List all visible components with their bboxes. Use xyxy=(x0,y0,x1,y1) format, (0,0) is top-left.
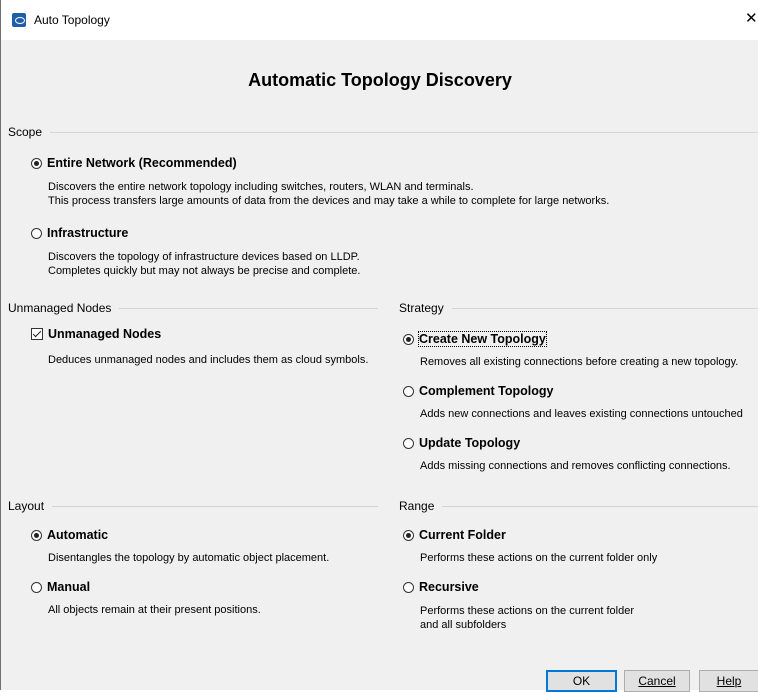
strategy-label: Strategy xyxy=(399,301,444,315)
layout-automatic-desc: Disentangles the topology by automatic o… xyxy=(48,552,330,564)
radio-unselected-icon xyxy=(403,385,414,397)
range-current-folder-label: Current Folder xyxy=(419,528,506,542)
window-title: Auto Topology xyxy=(34,13,110,27)
range-current-folder-radio[interactable]: Current Folder xyxy=(403,528,506,542)
desc-line: This process transfers large amounts of … xyxy=(48,195,610,207)
radio-unselected-icon xyxy=(31,581,42,593)
radio-selected-icon xyxy=(31,529,42,541)
scope-infrastructure-label: Infrastructure xyxy=(47,226,129,240)
unmanaged-divider xyxy=(119,307,378,309)
desc-line: Performs these actions on the current fo… xyxy=(420,605,634,617)
scope-divider xyxy=(50,131,758,133)
layout-label: Layout xyxy=(8,499,45,513)
scope-entire-network-label: Entire Network (Recommended) xyxy=(47,156,237,170)
strategy-complement-desc: Adds new connections and leaves existing… xyxy=(420,408,743,420)
checkbox-checked-icon xyxy=(31,328,43,340)
strategy-group: Strategy xyxy=(399,301,758,315)
radio-selected-icon xyxy=(31,157,42,169)
range-current-folder-desc: Performs these actions on the current fo… xyxy=(420,551,657,565)
strategy-update-radio[interactable]: Update Topology xyxy=(403,436,520,450)
dialog-heading: Automatic Topology Discovery xyxy=(248,70,512,90)
strategy-complement-label: Complement Topology xyxy=(419,384,554,398)
close-icon[interactable]: ✕ xyxy=(745,11,758,26)
desc-line: Discovers the entire network topology in… xyxy=(48,181,474,193)
scope-group: Scope xyxy=(8,125,758,139)
scope-infrastructure-radio[interactable]: Infrastructure xyxy=(31,226,128,240)
layout-automatic-label: Automatic xyxy=(47,528,109,542)
strategy-divider xyxy=(451,307,758,309)
desc-line: and all subfolders xyxy=(420,619,507,631)
unmanaged-nodes-checkbox[interactable]: Unmanaged Nodes xyxy=(31,327,161,341)
help-button[interactable]: Help xyxy=(699,670,758,692)
radio-selected-icon xyxy=(403,333,414,345)
scope-label: Scope xyxy=(8,125,43,139)
layout-manual-desc: All objects remain at their present posi… xyxy=(48,604,261,616)
unmanaged-nodes-desc: Deduces unmanaged nodes and includes the… xyxy=(48,354,369,366)
auto-topology-dialog: Auto Topology ✕ Automatic Topology Disco… xyxy=(0,0,758,692)
layout-manual-radio[interactable]: Manual xyxy=(31,580,90,594)
desc-line: Discovers the topology of infrastructure… xyxy=(48,251,360,263)
layout-group: Layout xyxy=(8,499,378,513)
layout-manual-label: Manual xyxy=(47,580,91,594)
unmanaged-nodes-group: Unmanaged Nodes xyxy=(8,301,378,315)
range-recursive-desc: Performs these actions on the current fo… xyxy=(420,604,634,632)
scope-entire-network-radio[interactable]: Entire Network (Recommended) xyxy=(31,156,237,170)
radio-unselected-icon xyxy=(31,227,42,239)
desc-line: Performs these actions on the current fo… xyxy=(420,552,658,564)
eye-app-icon xyxy=(12,13,26,27)
cancel-button[interactable]: Cancel xyxy=(624,670,690,692)
range-group: Range xyxy=(399,499,758,513)
scope-infrastructure-desc: Discovers the topology of infrastructure… xyxy=(48,250,360,278)
desc-line: Completes quickly but may not always be … xyxy=(48,265,361,277)
unmanaged-nodes-group-label: Unmanaged Nodes xyxy=(8,301,112,315)
strategy-create-new-desc: Removes all existing connections before … xyxy=(420,356,739,368)
range-divider xyxy=(442,505,758,507)
scope-entire-network-desc: Discovers the entire network topology in… xyxy=(48,180,609,208)
radio-selected-icon xyxy=(403,529,414,541)
radio-unselected-icon xyxy=(403,437,414,449)
strategy-update-label: Update Topology xyxy=(419,436,521,450)
title-bar: Auto Topology ✕ xyxy=(1,0,758,40)
layout-automatic-radio[interactable]: Automatic xyxy=(31,528,108,542)
radio-unselected-icon xyxy=(403,581,414,593)
range-label: Range xyxy=(399,499,435,513)
layout-divider xyxy=(52,505,378,507)
strategy-create-new-radio[interactable]: Create New Topology xyxy=(403,331,547,347)
range-recursive-radio[interactable]: Recursive xyxy=(403,580,479,594)
strategy-complement-radio[interactable]: Complement Topology xyxy=(403,384,554,398)
strategy-create-new-label: Create New Topology xyxy=(418,331,547,347)
strategy-update-desc: Adds missing connections and removes con… xyxy=(420,460,731,472)
unmanaged-nodes-checkbox-label: Unmanaged Nodes xyxy=(48,327,162,341)
ok-button[interactable]: OK xyxy=(546,670,617,692)
range-recursive-label: Recursive xyxy=(419,580,479,594)
